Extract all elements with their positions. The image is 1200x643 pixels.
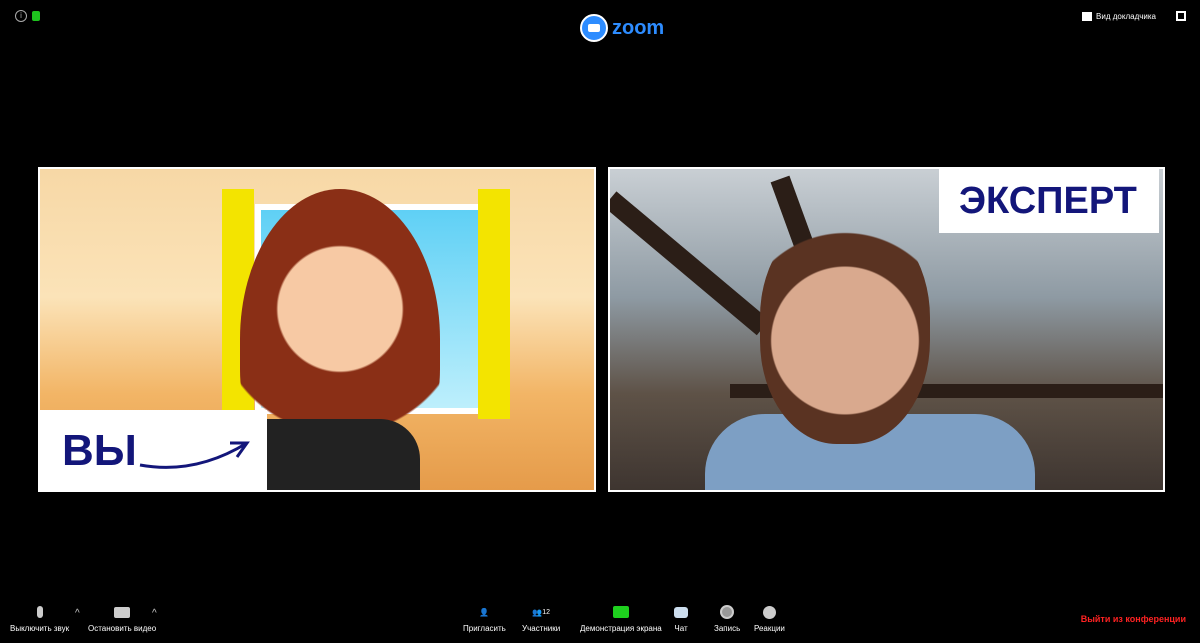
info-icon[interactable]: i <box>15 10 27 22</box>
microphone-icon <box>36 604 43 620</box>
record-button[interactable]: Запись <box>714 604 740 633</box>
share-screen-button[interactable]: Демонстрация экрана <box>580 604 662 633</box>
share-screen-icon <box>612 604 629 620</box>
reactions-label: Реакции <box>754 624 785 633</box>
mute-label: Выключить звук <box>10 624 70 633</box>
video-options-caret[interactable]: ^ <box>152 608 157 619</box>
share-label: Демонстрация экрана <box>580 624 662 633</box>
expert-label-text: ЭКСПЕРТ <box>959 180 1137 222</box>
chat-label: Чат <box>674 624 688 633</box>
chat-button[interactable]: Чат <box>674 604 688 633</box>
video-label: Остановить видео <box>88 624 157 633</box>
mute-button[interactable]: Выключить звук <box>10 604 69 633</box>
arrow-icon <box>139 441 250 469</box>
beam <box>610 191 770 336</box>
view-label: Вид докладчика <box>1096 12 1156 21</box>
video-tile-you[interactable]: ВЫ <box>38 167 596 492</box>
zoom-logo: zoom <box>580 14 664 42</box>
camera-icon <box>114 604 131 620</box>
participants-label: Участники <box>522 624 561 633</box>
logo-text: zoom <box>612 16 665 39</box>
meeting-toolbar: Выключить звук ^ Остановить видео ^ 👤 При… <box>0 600 1200 643</box>
stop-video-button[interactable]: Остановить видео <box>88 604 156 633</box>
fullscreen-icon[interactable] <box>1176 11 1186 21</box>
expert-person <box>760 214 930 444</box>
participants-button[interactable]: 👥 12 Участники <box>522 604 561 634</box>
video-tile-expert[interactable]: ЭКСПЕРТ <box>608 167 1165 492</box>
speaker-view-button[interactable]: Вид докладчика <box>1082 12 1156 21</box>
curtain <box>478 189 510 419</box>
lock-icon[interactable] <box>32 11 40 21</box>
invite-button[interactable]: 👤 Пригласить <box>463 604 506 634</box>
grid-icon <box>1082 12 1093 21</box>
expert-label: ЭКСПЕРТ <box>939 169 1159 233</box>
you-label-text: ВЫ <box>62 426 137 475</box>
chat-icon <box>674 604 688 620</box>
invite-label: Пригласить <box>463 624 506 633</box>
reactions-button[interactable]: Реакции <box>754 604 785 633</box>
record-icon <box>720 604 735 620</box>
participants-count: 12 <box>542 608 550 616</box>
you-label: ВЫ <box>40 410 267 490</box>
add-user-icon: 👤 <box>479 607 490 617</box>
record-label: Запись <box>714 624 741 633</box>
participants-icon: 👥 12 <box>532 607 550 617</box>
audio-options-caret[interactable]: ^ <box>75 608 80 619</box>
leave-meeting-button[interactable]: Выйти из конференции <box>1081 614 1186 624</box>
emoji-icon <box>762 604 776 620</box>
